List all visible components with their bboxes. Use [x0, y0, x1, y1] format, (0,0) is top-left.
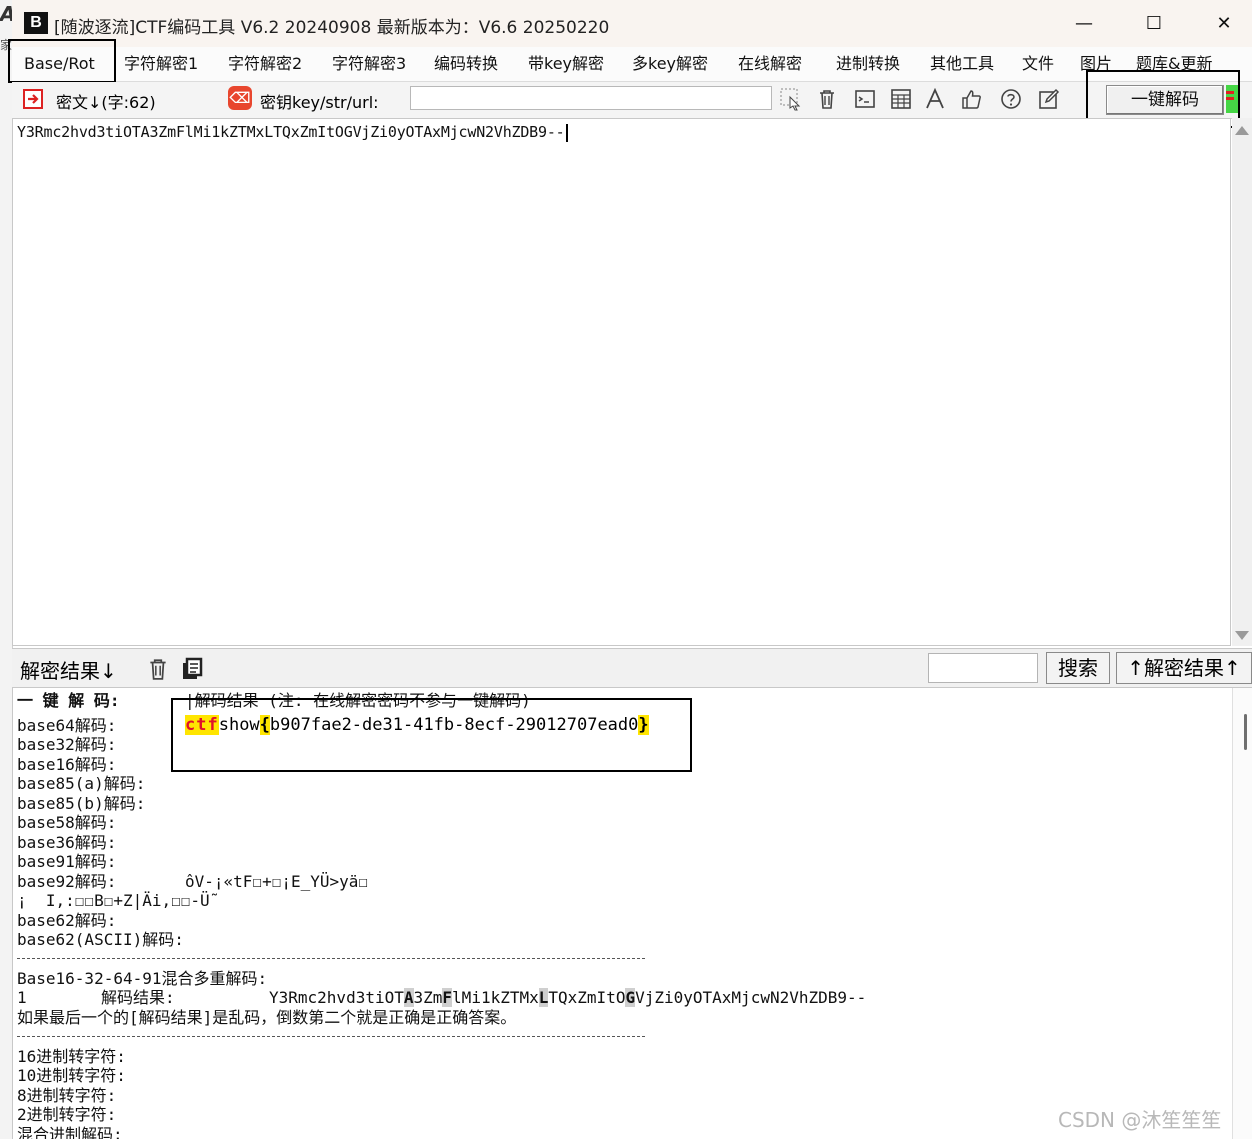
- results-area[interactable]: 一 键 解 码: |解码结果 (注: 在线解密密码不参与一键解码) ctfsho…: [12, 688, 1231, 1139]
- mix-value: Y3Rmc2hvd3tiOTA3ZmFlMi1kZTMxLTQxZmItOGVj…: [269, 988, 866, 1007]
- eraser-icon[interactable]: ⌫: [228, 86, 252, 110]
- row-base32: base32解码:: [17, 735, 117, 754]
- cipher-value: Y3Rmc2hvd3tiOTA3ZmFlMi1kZTMxLTQxZmItOGVj…: [17, 123, 565, 141]
- mix-seg-5: VjZi0yOTAxMjcwN2VhZDB9--: [635, 988, 867, 1007]
- cipher-scrollbar[interactable]: [1232, 118, 1252, 646]
- mix-hl-2: F: [442, 988, 453, 1007]
- row-base92-cont: ¡ I,:☐☐B☐+Z|Äi,☐☐-Ü˜: [17, 891, 220, 910]
- row-base58: base58解码:: [17, 813, 117, 832]
- window-title: [随波逐流]CTF编码工具 V6.2 20240908 最新版本为：V6.6 2…: [54, 18, 610, 38]
- title-bar: B [随波逐流]CTF编码工具 V6.2 20240908 最新版本为：V6.6…: [12, 0, 1252, 47]
- result-trash-icon[interactable]: [146, 657, 170, 685]
- row-base85a: base85(a)解码:: [17, 774, 146, 793]
- mix-label: 解码结果:: [101, 988, 175, 1007]
- tab-char-decrypt-3[interactable]: 字符解密3: [332, 51, 406, 77]
- result-title: 解密结果↓: [20, 659, 117, 683]
- tab-online-decrypt[interactable]: 在线解密: [738, 51, 802, 77]
- scroll-thumb[interactable]: [1244, 714, 1247, 750]
- row-hex-to-char: 16进制转字符:: [17, 1047, 126, 1066]
- mix-note: 如果最后一个的[解码结果]是乱码，倒数第二个就是正确是正确答案。: [17, 1008, 517, 1027]
- minimize-button[interactable]: —: [1062, 8, 1106, 40]
- mix-seg-4: TQxZmItO: [548, 988, 626, 1007]
- tab-base-rot[interactable]: Base/Rot: [24, 51, 95, 77]
- mix-hl-4: G: [625, 988, 636, 1007]
- menu-tabs: Base/Rot 字符解密1 字符解密2 字符解密3 编码转换 带key解密 多…: [8, 39, 1252, 83]
- row-base16: base16解码:: [17, 755, 117, 774]
- mix-seg-2: 3Zm: [413, 988, 443, 1007]
- row-base36: base36解码:: [17, 833, 117, 852]
- edit-icon[interactable]: [1036, 86, 1062, 112]
- base92-value: ôV-¡«tF☐+☐¡E_YÜ>yä☐: [185, 872, 369, 891]
- cipher-text: Y3Rmc2hvd3tiOTA3ZmFlMi1kZTMxLTQxZmItOGVj…: [17, 123, 568, 142]
- row-dec-to-char: 10进制转字符:: [17, 1066, 126, 1085]
- row-base92: base92解码:: [17, 872, 117, 891]
- mix-hl-1: A: [403, 988, 414, 1007]
- row-mixed-radix: 混合进制解码:: [17, 1125, 123, 1139]
- table-icon[interactable]: [888, 86, 914, 112]
- close-button[interactable]: ✕: [1202, 8, 1246, 40]
- maximize-button[interactable]: ☐: [1132, 8, 1176, 40]
- key-label: 密钥key/str/url:: [260, 93, 379, 112]
- thumbs-up-icon[interactable]: [958, 86, 984, 112]
- tab-key-decrypt[interactable]: 带key解密: [528, 51, 604, 77]
- mix-seg-1: Y3Rmc2hvd3tiOT: [269, 988, 404, 1007]
- divider-2: [17, 1036, 645, 1037]
- row-base85b: base85(b)解码:: [17, 794, 146, 813]
- font-icon[interactable]: [922, 86, 948, 112]
- watermark: CSDN @沐笙笙笙: [1058, 1108, 1222, 1132]
- terminal-icon[interactable]: [852, 86, 878, 112]
- mix-index: 1: [17, 988, 27, 1007]
- row-base62-ascii: base62(ASCII)解码:: [17, 930, 184, 949]
- select-cursor-icon[interactable]: [778, 86, 804, 112]
- toolbar: 密文↓(字:62) ⌫ 密钥key/str/url: 一键解码: [12, 70, 1252, 128]
- cipher-label: 密文↓(字:62): [56, 93, 156, 112]
- text-caret: [565, 123, 568, 142]
- row-base62: base62解码:: [17, 911, 117, 930]
- mix-seg-3: lMi1kZTMx: [452, 988, 539, 1007]
- help-icon[interactable]: [998, 86, 1024, 112]
- move-result-up-button[interactable]: ↑解密结果↑: [1116, 652, 1252, 684]
- app-logo: B: [24, 12, 48, 34]
- results-scrollbar[interactable]: [1232, 688, 1252, 1139]
- row-oct-to-char: 8进制转字符:: [17, 1086, 117, 1105]
- tab-multi-key-decrypt[interactable]: 多key解密: [632, 51, 708, 77]
- mix-title: Base16-32-64-91混合多重解码:: [17, 969, 268, 988]
- tab-encoding-convert[interactable]: 编码转换: [434, 51, 498, 77]
- search-input[interactable]: [928, 653, 1038, 683]
- row-bin-to-char: 2进制转字符:: [17, 1105, 117, 1124]
- copy-icon[interactable]: [180, 657, 204, 685]
- tab-other-tools[interactable]: 其他工具: [930, 51, 994, 77]
- mix-hl-3: L: [538, 988, 549, 1007]
- trash-icon[interactable]: [814, 86, 840, 112]
- search-button[interactable]: 搜索: [1046, 652, 1110, 684]
- flag-highlight-box: [171, 698, 692, 772]
- one-key-label: 一 键 解 码:: [17, 691, 120, 710]
- tab-char-decrypt-2[interactable]: 字符解密2: [228, 51, 302, 77]
- tab-radix-convert[interactable]: 进制转换: [836, 51, 900, 77]
- import-icon[interactable]: [22, 88, 44, 110]
- row-base91: base91解码:: [17, 852, 117, 871]
- result-toolbar: 解密结果↓ 搜索 ↑解密结果↑: [12, 648, 1252, 688]
- cipher-textarea[interactable]: Y3Rmc2hvd3tiOTA3ZmFlMi1kZTMxLTQxZmItOGVj…: [12, 118, 1231, 646]
- scroll-down-arrow-icon[interactable]: [1235, 631, 1249, 640]
- row-base64: base64解码:: [17, 716, 117, 735]
- divider: [17, 958, 645, 959]
- scroll-up-arrow-icon[interactable]: [1235, 126, 1249, 135]
- tab-char-decrypt-1[interactable]: 字符解密1: [124, 51, 198, 77]
- key-input[interactable]: [410, 86, 772, 110]
- tab-file[interactable]: 文件: [1022, 51, 1054, 77]
